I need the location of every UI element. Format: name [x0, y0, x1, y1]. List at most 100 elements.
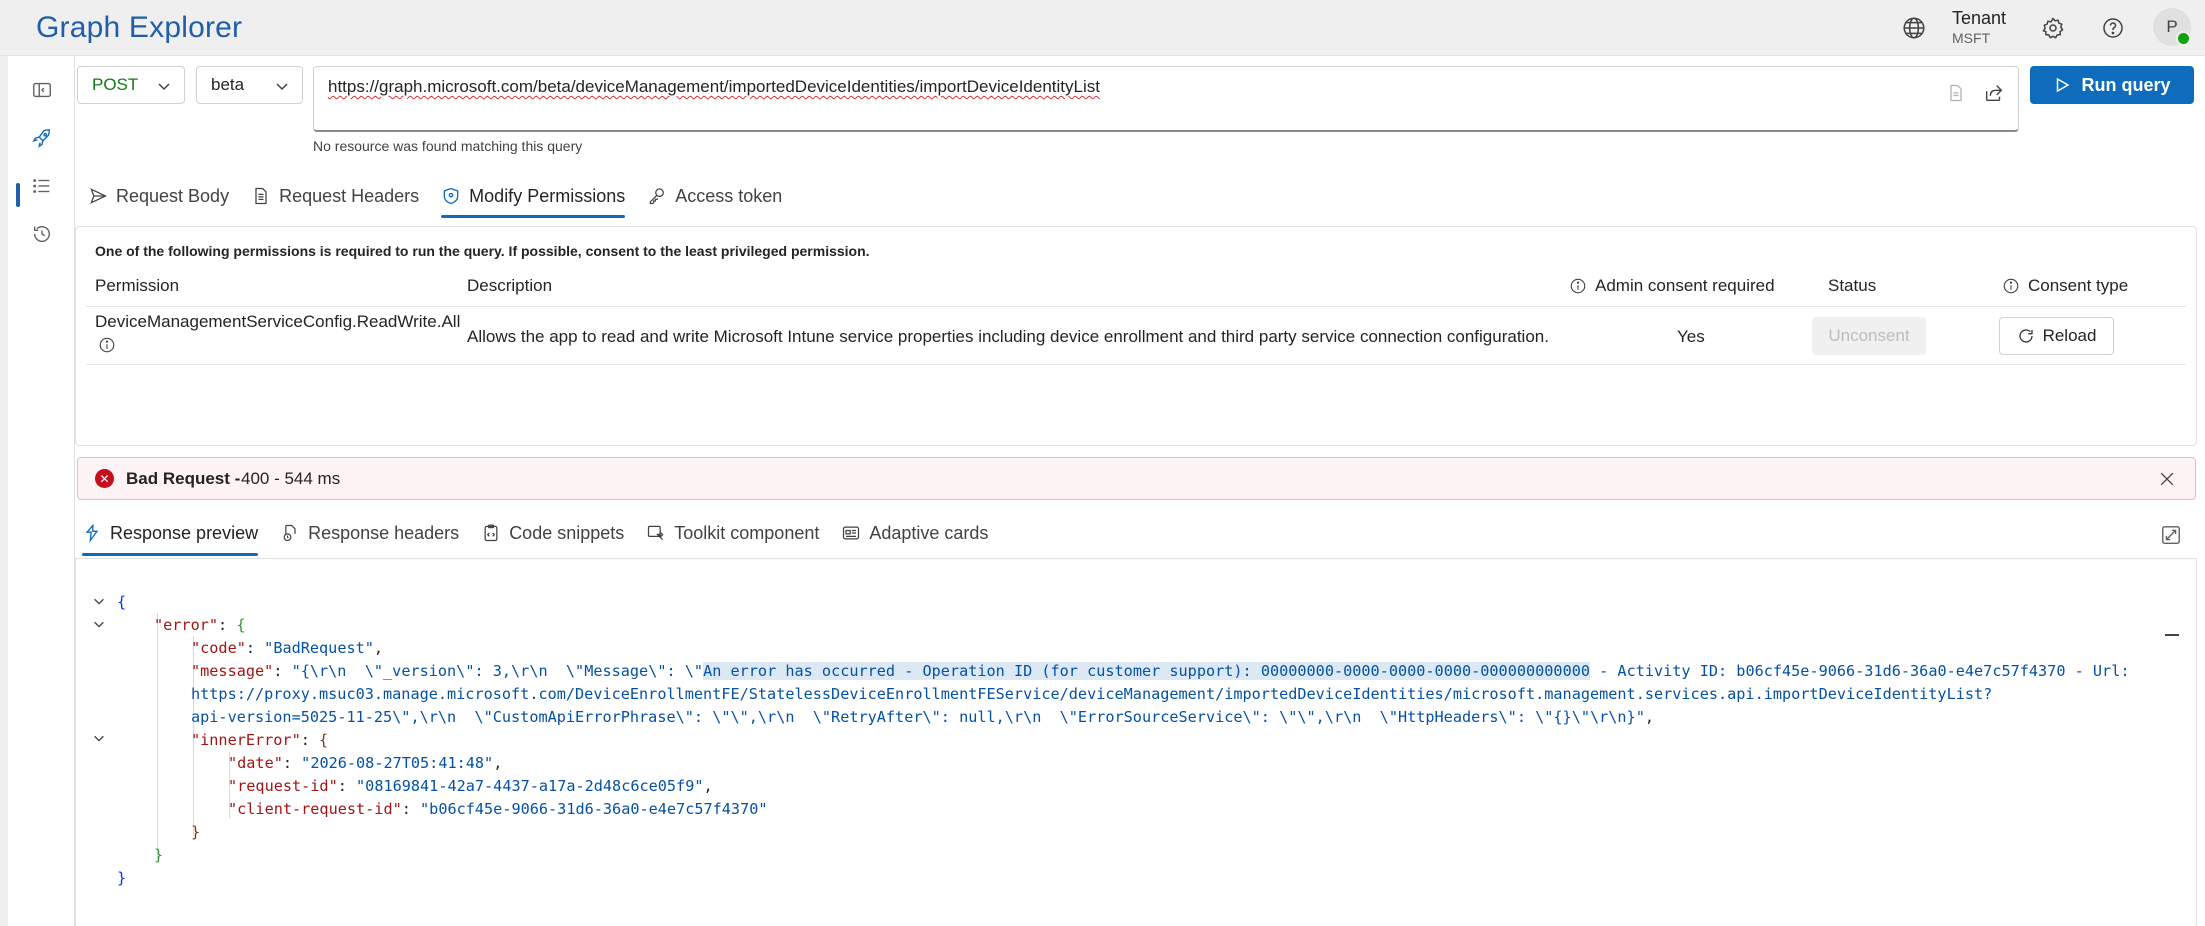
info-icon[interactable]	[98, 336, 116, 354]
top-bar: Graph Explorer Tenant MSFT P	[0, 0, 2205, 56]
json-line: }	[117, 869, 127, 887]
tab-toolkit-component[interactable]: Toolkit component	[646, 516, 819, 550]
header-divider	[86, 306, 2186, 307]
col-header-description: Description	[467, 276, 552, 296]
row-divider	[86, 364, 2186, 365]
tenant-info[interactable]: Tenant MSFT	[1952, 9, 2006, 45]
chevron-down-icon	[158, 83, 170, 91]
col-header-admin-consent: Admin consent required	[1569, 276, 1775, 296]
avatar[interactable]: P	[2153, 8, 2191, 46]
history-icon[interactable]	[30, 222, 54, 246]
headers-icon	[283, 524, 296, 542]
close-icon[interactable]	[2157, 469, 2177, 489]
col-header-permission: Permission	[95, 276, 179, 296]
admin-consent-value: Yes	[1677, 327, 1705, 346]
reload-label: Reload	[2042, 326, 2097, 345]
permission-name: DeviceManagementServiceConfig.ReadWrite.…	[95, 312, 461, 331]
json-value-message-part: "{\r\n \"_version\": 3,\r\n \"Message\":…	[291, 662, 704, 680]
json-value-client-request-id: "b06cf45e-9066-31d6-36a0-e4e7c57f4370"	[420, 800, 768, 818]
query-url-input[interactable]: https://graph.microsoft.com/beta/deviceM…	[313, 66, 2019, 132]
status-message-bar: ✕ Bad Request - 400 - 544 ms	[77, 457, 2196, 500]
card-icon	[843, 526, 860, 540]
info-icon[interactable]	[2002, 277, 2020, 295]
tab-adaptive-cards[interactable]: Adaptive cards	[841, 516, 988, 550]
tab-label: Request Body	[116, 185, 230, 206]
json-value-request-id: "08169841-42a7-4437-a17a-2d48c6ce05f9"	[356, 777, 704, 795]
sample-queries-rocket-icon[interactable]	[30, 126, 54, 150]
fold-chevron-icon[interactable]	[92, 731, 106, 745]
col-header-label: Status	[1828, 276, 1877, 295]
http-method-value: POST	[92, 75, 139, 94]
json-value-message-highlight: An error has occurred - Operation ID (fo…	[703, 662, 1590, 680]
globe-icon[interactable]	[1900, 14, 1928, 42]
reload-button[interactable]: Reload	[1999, 317, 2114, 355]
tab-request-body[interactable]: Request Body	[88, 178, 229, 214]
expand-icon[interactable]	[2160, 524, 2182, 546]
unconsent-button[interactable]: Unconsent	[1812, 317, 1926, 355]
tab-response-preview[interactable]: Response preview	[82, 516, 259, 556]
response-tabs: Response preview Response headers Code s…	[82, 516, 1010, 556]
json-line: "date": "2026-08-27T05:41:48",	[228, 754, 503, 772]
app-title: Graph Explorer	[36, 11, 243, 44]
error-icon: ✕	[95, 469, 114, 488]
help-icon[interactable]	[2099, 14, 2127, 42]
tab-label: Access token	[675, 185, 783, 206]
resources-list-icon[interactable]	[30, 174, 54, 198]
copy-document-icon[interactable]	[1944, 81, 1968, 105]
json-line: {	[117, 593, 127, 611]
tenant-name: MSFT	[1952, 30, 1991, 46]
chevron-down-icon	[276, 83, 288, 91]
run-query-button[interactable]: Run query	[2030, 66, 2194, 104]
tab-modify-permissions[interactable]: Modify Permissions	[441, 178, 626, 218]
json-line: "request-id": "08169841-42a7-4437-a17a-2…	[228, 777, 713, 795]
toolkit-icon	[648, 525, 664, 541]
col-header-label: Permission	[95, 276, 180, 295]
tab-label: Response preview	[110, 522, 259, 543]
presence-badge	[2176, 31, 2191, 46]
json-line: }	[191, 823, 201, 841]
api-version-dropdown[interactable]: beta	[196, 66, 303, 104]
json-value-message-part: api-version=5025-11-25\",\r\n \"CustomAp…	[191, 708, 1645, 726]
col-header-consent-type: Consent type	[2002, 276, 2128, 296]
share-icon[interactable]	[1982, 81, 2006, 105]
tab-code-snippets[interactable]: Code snippets	[481, 516, 624, 550]
info-icon[interactable]	[1569, 277, 1587, 295]
tab-label: Toolkit component	[674, 522, 820, 543]
json-line: "code": "BadRequest",	[191, 639, 384, 657]
json-value-message-part: - Activity ID: b06cf45e-9066-31d6-36a0-e…	[1590, 662, 2130, 680]
minimap-collapse-icon[interactable]	[2165, 634, 2179, 636]
tab-label: Request Headers	[279, 185, 420, 206]
tab-request-headers[interactable]: Request Headers	[251, 178, 419, 214]
indent-guide	[157, 613, 158, 859]
tab-label: Code snippets	[509, 522, 625, 543]
preview-icon	[85, 523, 99, 543]
json-value-message-part: https://proxy.msuc03.manage.microsoft.co…	[191, 685, 1993, 703]
tab-label: Modify Permissions	[469, 185, 626, 206]
json-line: "error": {	[154, 616, 246, 634]
clipboard-code-icon	[484, 524, 498, 542]
tab-access-token[interactable]: Access token	[647, 178, 782, 214]
api-version-value: beta	[211, 75, 245, 94]
key-icon	[649, 188, 665, 205]
tab-response-headers[interactable]: Response headers	[280, 516, 459, 550]
fold-chevron-icon[interactable]	[92, 594, 106, 608]
settings-gear-icon[interactable]	[2039, 14, 2067, 42]
document-icon	[255, 187, 267, 205]
json-value-date: "2026-08-27T05:41:48"	[301, 754, 494, 772]
fold-chevron-icon[interactable]	[92, 617, 106, 631]
tab-label: Response headers	[308, 522, 460, 543]
request-tabs: Request Body Request Headers Modify Perm…	[88, 178, 804, 218]
permissions-panel: One of the following permissions is requ…	[75, 226, 2197, 446]
http-method-dropdown[interactable]: POST	[77, 66, 185, 104]
tab-label: Adaptive cards	[869, 522, 989, 543]
shield-icon	[443, 187, 459, 205]
col-header-label: Description	[467, 276, 553, 295]
permissions-note: One of the following permissions is requ…	[95, 243, 870, 259]
col-header-label: Consent type	[2028, 276, 2129, 295]
collapse-panel-icon[interactable]	[30, 78, 54, 102]
play-icon	[2057, 77, 2070, 93]
col-header-label: Admin consent required	[1595, 276, 1775, 295]
url-hint-text: No resource was found matching this quer…	[313, 138, 583, 154]
response-preview-panel[interactable]: { "error": { "code": "BadRequest", "mess…	[75, 558, 2197, 926]
query-url-text: https://graph.microsoft.com/beta/deviceM…	[328, 77, 1100, 96]
